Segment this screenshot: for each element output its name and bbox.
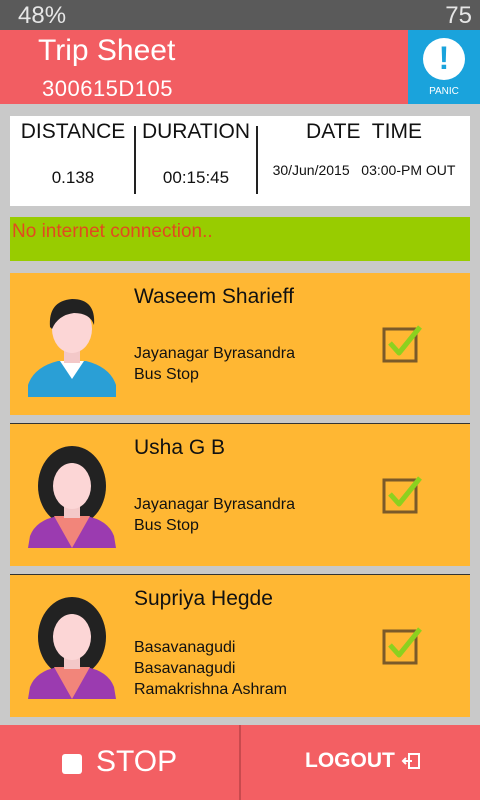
male-avatar-icon bbox=[28, 299, 116, 397]
datetime-column: DATE TIME 30/Jun/2015 03:00-PM OUT bbox=[258, 116, 470, 206]
checkbox-checked-icon[interactable] bbox=[382, 474, 422, 514]
address-line: Bus Stop bbox=[134, 517, 199, 534]
panic-label: PANIC bbox=[429, 86, 459, 97]
passenger-address: Jayanagar Byrasandra Bus Stop bbox=[134, 343, 295, 385]
female-avatar-icon bbox=[28, 597, 116, 699]
distance-value: 0.138 bbox=[51, 168, 95, 187]
stop-button[interactable]: STOP bbox=[0, 725, 239, 800]
passenger-address: Jayanagar Byrasandra Bus Stop bbox=[134, 494, 295, 536]
checkbox-checked-icon[interactable] bbox=[382, 625, 422, 665]
battery-level-left: 48% bbox=[18, 2, 67, 29]
battery-level-right: 75 bbox=[445, 2, 472, 29]
logout-button[interactable]: LOGOUT bbox=[241, 725, 480, 800]
trip-info-panel: DISTANCE 0.138 DURATION 00:15:45 DATE TI… bbox=[10, 116, 470, 206]
address-line: Jayanagar Byrasandra bbox=[134, 345, 295, 362]
passenger-name: Usha G B bbox=[134, 436, 226, 459]
bottom-action-bar: STOP LOGOUT bbox=[0, 725, 480, 800]
female-avatar-icon bbox=[28, 446, 116, 548]
stop-icon bbox=[62, 754, 82, 774]
passenger-address: Basavanagudi Basavanagudi Ramakrishna As… bbox=[134, 637, 287, 700]
status-bar: 48% 75 bbox=[0, 0, 480, 30]
passenger-name: Waseem Sharieff bbox=[134, 285, 294, 308]
stop-label: STOP bbox=[96, 745, 178, 778]
passenger-card[interactable]: Supriya Hegde Basavanagudi Basavanagudi … bbox=[10, 575, 470, 717]
distance-column: DISTANCE 0.138 bbox=[10, 116, 136, 206]
address-line: Bus Stop bbox=[134, 366, 199, 383]
datetime-label: DATE TIME bbox=[306, 120, 422, 143]
connection-warning-banner: No internet connection.. bbox=[10, 217, 470, 261]
passenger-card[interactable]: Waseem Sharieff Jayanagar Byrasandra Bus… bbox=[10, 273, 470, 415]
logout-label: LOGOUT bbox=[305, 749, 395, 772]
distance-label: DISTANCE bbox=[20, 120, 126, 143]
passenger-name: Supriya Hegde bbox=[134, 587, 273, 610]
duration-label: DURATION bbox=[141, 120, 251, 143]
address-line: Jayanagar Byrasandra bbox=[134, 496, 295, 513]
page-title: Trip Sheet bbox=[38, 34, 176, 67]
address-line: Basavanagudi bbox=[134, 639, 236, 656]
duration-value: 00:15:45 bbox=[162, 168, 230, 187]
logout-icon bbox=[401, 753, 420, 769]
app-header: Trip Sheet 300615D105 ! PANIC bbox=[0, 30, 480, 104]
alert-icon: ! bbox=[423, 38, 465, 80]
datetime-value: 30/Jun/2015 03:00-PM OUT bbox=[272, 162, 456, 178]
checkbox-checked-icon[interactable] bbox=[382, 323, 422, 363]
duration-column: DURATION 00:15:45 bbox=[136, 116, 256, 206]
address-line: Basavanagudi bbox=[134, 660, 236, 677]
address-line: Ramakrishna Ashram bbox=[134, 681, 287, 698]
passenger-card[interactable]: Usha G B Jayanagar Byrasandra Bus Stop bbox=[10, 424, 470, 566]
trip-id: 300615D105 bbox=[42, 76, 174, 101]
connection-warning-text: No internet connection.. bbox=[12, 221, 213, 242]
panic-button[interactable]: ! PANIC bbox=[408, 30, 480, 104]
